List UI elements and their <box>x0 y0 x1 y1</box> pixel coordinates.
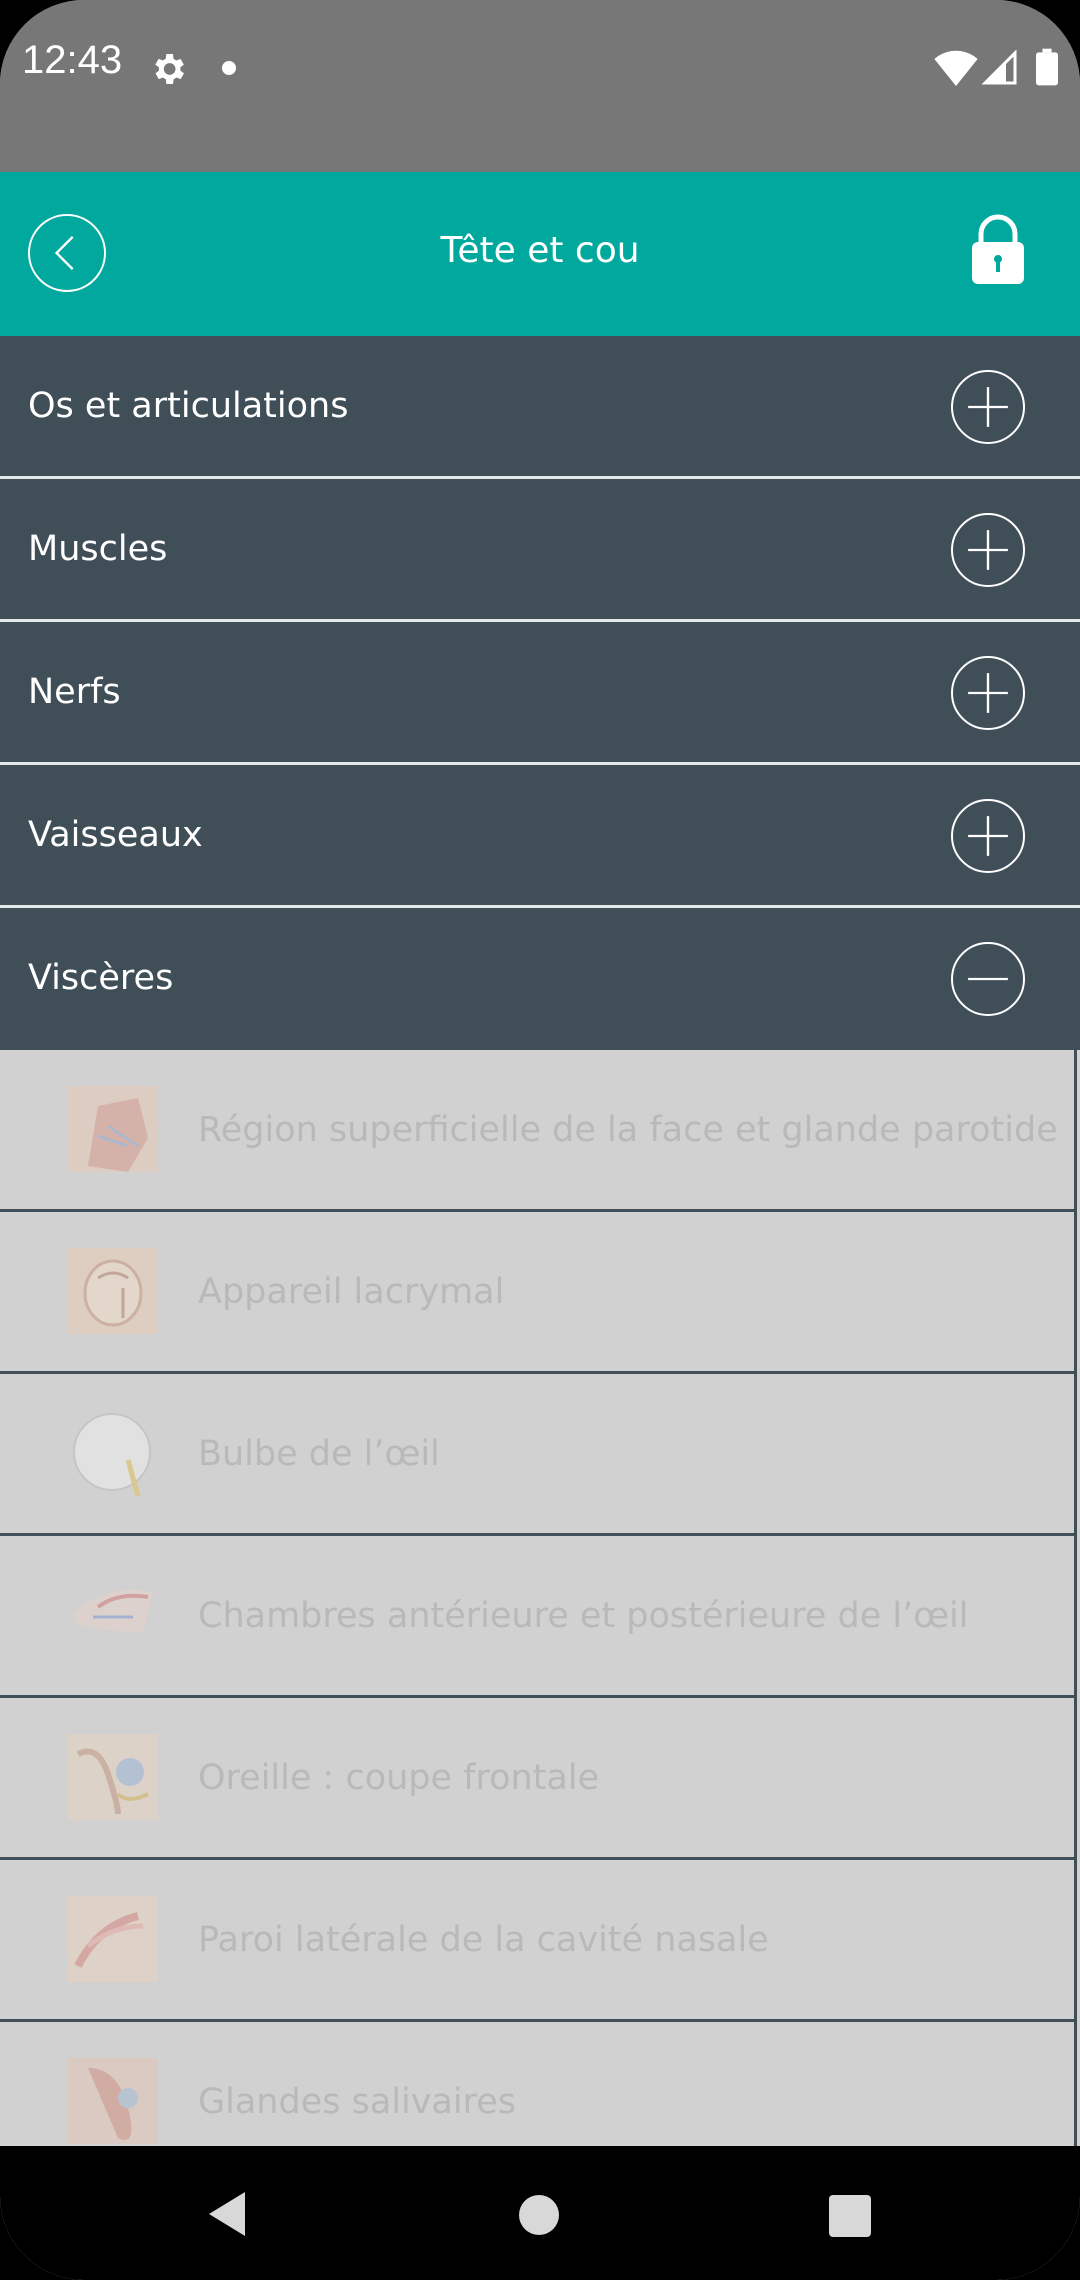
signal-icon <box>982 50 1017 85</box>
collapse-button[interactable] <box>951 942 1025 1016</box>
list-item-label: Paroi latérale de la cavité nasale <box>198 1920 769 1960</box>
list-item[interactable]: Chambres antérieure et postérieure de l’… <box>0 1536 1077 1698</box>
eye-lacrimal-thumbnail-icon <box>68 1248 158 1334</box>
list-item[interactable]: Paroi latérale de la cavité nasale <box>0 1860 1077 2022</box>
minus-icon <box>968 977 1008 981</box>
category-muscles[interactable]: Muscles <box>0 479 1080 619</box>
screen: 12:43 Tête et cou Os et articulations Mu… <box>0 0 1080 2280</box>
category-os-et-articulations[interactable]: Os et articulations <box>0 336 1080 476</box>
nav-back-icon[interactable] <box>205 2190 249 2238</box>
expand-button[interactable] <box>951 370 1025 444</box>
wifi-icon <box>934 50 978 86</box>
expand-button[interactable] <box>951 513 1025 587</box>
category-label: Vaisseaux <box>28 815 203 855</box>
list-item[interactable]: Région superficielle de la face et gland… <box>0 1050 1077 1212</box>
list-item-label: Bulbe de l’œil <box>198 1434 440 1474</box>
eye-chamber-thumbnail-icon <box>68 1572 158 1658</box>
list-item-label: Chambres antérieure et postérieure de l’… <box>198 1596 969 1636</box>
list-item[interactable]: Bulbe de l’œil <box>0 1374 1077 1536</box>
page-title: Tête et cou <box>440 230 640 271</box>
nav-home-icon[interactable] <box>519 2195 559 2235</box>
face-thumbnail-icon <box>68 1086 158 1172</box>
expand-button[interactable] <box>951 656 1025 730</box>
lock-icon[interactable] <box>970 212 1026 286</box>
list-item[interactable]: Appareil lacrymal <box>0 1212 1077 1374</box>
category-visceres[interactable]: Viscères <box>0 908 1080 1050</box>
list-item-label: Région superficielle de la face et gland… <box>198 1110 1058 1150</box>
ear-thumbnail-icon <box>68 1734 158 1820</box>
plus-icon <box>968 530 1008 570</box>
nasal-cavity-thumbnail-icon <box>68 1896 158 1982</box>
battery-icon <box>1036 48 1058 86</box>
list-item[interactable]: Oreille : coupe frontale <box>0 1698 1077 1860</box>
plus-icon <box>968 387 1008 427</box>
plus-icon <box>968 816 1008 856</box>
app-header: Tête et cou <box>0 172 1080 336</box>
navigation-bar <box>0 2146 1080 2280</box>
list-item-label: Glandes salivaires <box>198 2082 516 2122</box>
plus-icon <box>968 673 1008 713</box>
list-item-label: Appareil lacrymal <box>198 1272 505 1312</box>
category-vaisseaux[interactable]: Vaisseaux <box>0 765 1080 905</box>
category-label: Nerfs <box>28 672 121 712</box>
expand-button[interactable] <box>951 799 1025 873</box>
status-bar: 12:43 <box>0 0 1080 172</box>
nav-recents-icon[interactable] <box>829 2195 871 2237</box>
salivary-glands-thumbnail-icon <box>68 2058 158 2144</box>
eyeball-thumbnail-icon <box>68 1410 158 1496</box>
category-label: Viscères <box>28 958 174 998</box>
notification-dot-icon <box>222 61 236 75</box>
status-time: 12:43 <box>22 38 123 82</box>
category-nerfs[interactable]: Nerfs <box>0 622 1080 762</box>
category-label: Muscles <box>28 529 168 569</box>
gear-icon <box>155 54 184 84</box>
list-item-label: Oreille : coupe frontale <box>198 1758 600 1798</box>
category-label: Os et articulations <box>28 386 349 426</box>
